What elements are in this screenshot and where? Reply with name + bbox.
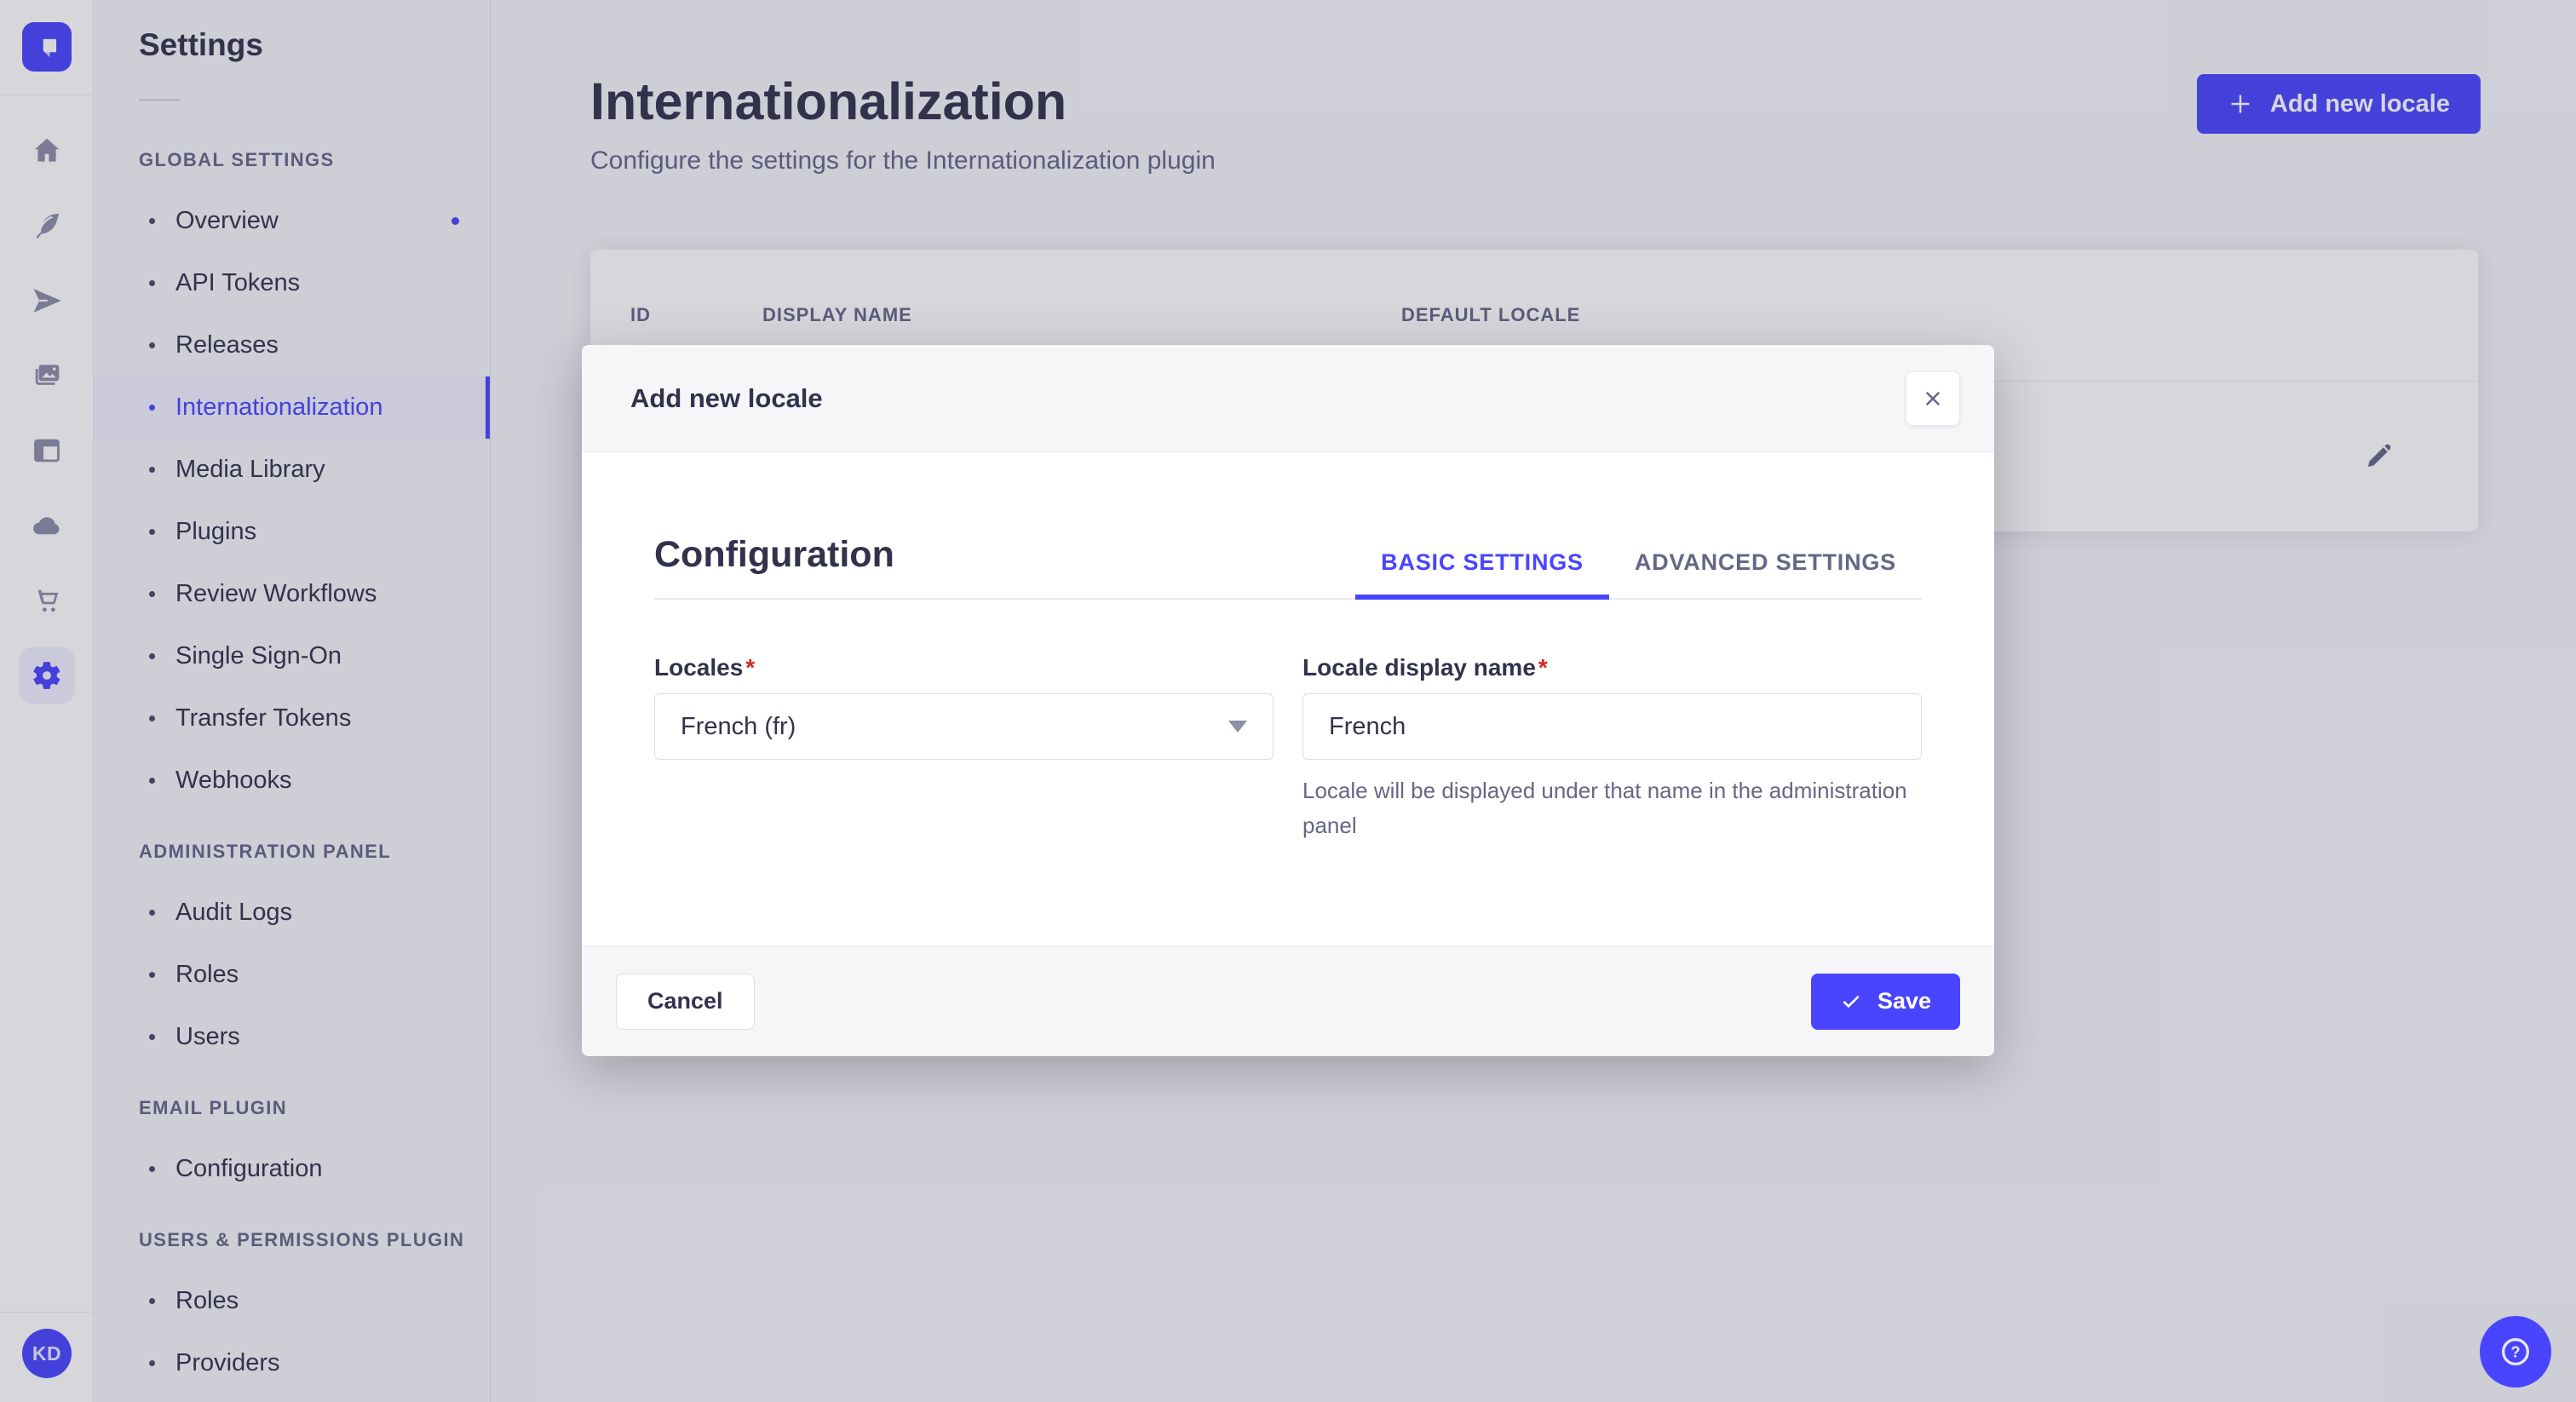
help-icon: ? xyxy=(2501,1337,2530,1366)
display-name-label-text: Locale display name xyxy=(1302,654,1536,681)
form-fields-row: Locales * French (fr) Locale display name… xyxy=(654,654,1922,843)
save-button[interactable]: Save xyxy=(1810,973,1960,1030)
locales-field: Locales * French (fr) xyxy=(654,654,1274,843)
help-button[interactable]: ? xyxy=(2480,1316,2551,1388)
save-button-label: Save xyxy=(1877,988,1931,1014)
close-modal-button[interactable] xyxy=(1906,371,1960,426)
required-asterisk: * xyxy=(745,654,756,681)
modal-title: Add new locale xyxy=(630,382,823,413)
configuration-title: Configuration xyxy=(654,534,894,575)
modal-footer: Cancel Save xyxy=(582,945,1994,1056)
configuration-header-row: Configuration BASIC SETTINGS ADVANCED SE… xyxy=(654,534,1922,600)
display-name-field: Locale display name* Locale will be disp… xyxy=(1302,654,1922,843)
display-name-hint: Locale will be displayed under that name… xyxy=(1302,778,1907,839)
locales-select-value: French (fr) xyxy=(681,712,796,740)
modal-backdrop[interactable]: Add new locale Configuration BASIC SETTI… xyxy=(0,0,2576,1402)
locales-label-text: Locales xyxy=(654,654,744,681)
display-name-input[interactable] xyxy=(1302,693,1922,760)
tab-advanced-settings[interactable]: ADVANCED SETTINGS xyxy=(1609,549,1922,598)
required-asterisk: * xyxy=(1538,654,1548,681)
close-icon xyxy=(1926,391,1940,405)
check-icon xyxy=(1843,995,1860,1008)
chevron-down-icon xyxy=(1228,721,1247,733)
help-glyph: ? xyxy=(2510,1342,2520,1360)
tab-basic-settings[interactable]: BASIC SETTINGS xyxy=(1355,549,1609,600)
locales-select[interactable]: French (fr) xyxy=(654,693,1274,760)
display-name-label: Locale display name * xyxy=(1302,654,1922,681)
modal-body: Configuration BASIC SETTINGS ADVANCED SE… xyxy=(582,452,1994,945)
locales-label: Locales * xyxy=(654,654,1274,681)
add-locale-modal: Add new locale Configuration BASIC SETTI… xyxy=(582,345,1994,1056)
cancel-button[interactable]: Cancel xyxy=(616,973,755,1030)
settings-tabs: BASIC SETTINGS ADVANCED SETTINGS xyxy=(1355,549,1922,600)
modal-header: Add new locale xyxy=(582,345,1994,452)
